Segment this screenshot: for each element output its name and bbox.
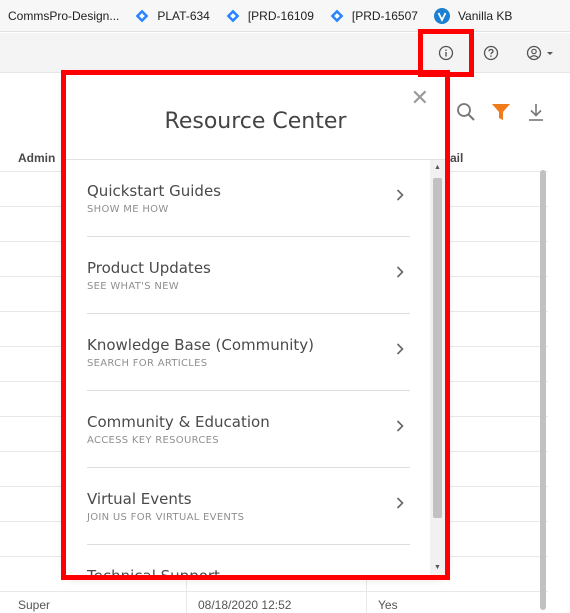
user-menu-icon[interactable] [526, 43, 560, 63]
column-header-email[interactable]: ail [450, 151, 463, 165]
bookmark-plat-634[interactable]: PLAT-634 [127, 0, 217, 32]
resource-center-panel: ✕ Resource Center Quickstart Guides SHOW… [66, 75, 445, 575]
resource-item-subtitle: SEE WHAT'S NEW [87, 281, 179, 292]
resource-item-subtitle: JOIN US FOR VIRTUAL EVENTS [87, 512, 245, 523]
close-icon[interactable]: ✕ [411, 87, 429, 109]
bookmark-label: Vanilla KB [457, 8, 513, 23]
resource-item-title: Quickstart Guides [87, 182, 221, 200]
scrollbar-thumb[interactable] [433, 178, 442, 518]
bookmark-label: [PRD-16507 [351, 8, 418, 23]
resource-center-scrollbar[interactable]: ▲ ▼ [430, 160, 445, 575]
resource-item-virtual-events[interactable]: Virtual Events JOIN US FOR VIRTUAL EVENT… [87, 468, 410, 545]
bookmark-prd-16109[interactable]: [PRD-16109 [218, 0, 322, 32]
table-scrollbar[interactable] [540, 170, 546, 610]
resource-center-list: Quickstart Guides SHOW ME HOW Product Up… [66, 160, 430, 575]
resource-center-title: Resource Center [164, 109, 347, 134]
bookmark-label: [PRD-16109 [247, 8, 314, 23]
jira-diamond-icon [226, 9, 240, 23]
resource-item-community-education[interactable]: Community & Education ACCESS KEY RESOURC… [87, 391, 410, 468]
column-divider [366, 574, 367, 613]
download-icon[interactable] [527, 102, 545, 127]
chevron-right-icon [396, 342, 404, 360]
resource-item-knowledge-base[interactable]: Knowledge Base (Community) SEARCH FOR AR… [87, 314, 410, 391]
resource-item-title: Community & Education [87, 413, 270, 431]
resource-item-subtitle: ACCESS KEY RESOURCES [87, 435, 219, 446]
info-icon[interactable] [436, 43, 456, 63]
resource-item-title: Knowledge Base (Community) [87, 336, 315, 354]
bookmark-commspro[interactable]: CommsPro-Design... [0, 0, 127, 32]
search-icon[interactable] [456, 102, 476, 127]
table-row-divider [0, 591, 548, 592]
scroll-down-arrow-icon[interactable]: ▼ [434, 564, 441, 571]
scroll-up-arrow-icon[interactable]: ▲ [434, 164, 441, 171]
resource-item-title: Technical Support [87, 567, 220, 575]
bookmark-label: CommsPro-Design... [8, 8, 120, 23]
chevron-right-icon [396, 496, 404, 514]
bookmark-label: PLAT-634 [157, 8, 210, 23]
resource-item-subtitle: SEARCH FOR ARTICLES [87, 358, 208, 369]
filter-icon[interactable] [491, 102, 511, 127]
bookmark-vanilla-kb[interactable]: Vanilla KB [426, 0, 520, 32]
table-cell-date: 08/18/2020 12:52 [198, 598, 292, 612]
jira-diamond-icon [330, 9, 344, 23]
resource-item-technical-support[interactable]: Technical Support [87, 545, 410, 575]
column-divider [186, 574, 187, 613]
resource-item-quickstart-guides[interactable]: Quickstart Guides SHOW ME HOW [87, 160, 410, 237]
bookmarks-bar: CommsPro-Design... PLAT-634 [PRD-16109 [… [0, 0, 570, 32]
table-cell-role: Super [18, 598, 51, 612]
resource-item-title: Virtual Events [87, 490, 192, 508]
table-cell-flag: Yes [378, 598, 398, 612]
chevron-right-icon [396, 419, 404, 437]
column-header-admin[interactable]: Admin [18, 151, 55, 165]
resource-item-title: Product Updates [87, 259, 211, 277]
resource-item-subtitle: SHOW ME HOW [87, 204, 169, 215]
help-icon[interactable] [481, 43, 501, 63]
app-top-bar [0, 33, 570, 73]
vanilla-icon [433, 7, 450, 24]
chevron-right-icon [396, 188, 404, 206]
jira-diamond-icon [135, 9, 149, 23]
chevron-right-icon [396, 265, 404, 283]
bookmark-prd-16507[interactable]: [PRD-16507 [322, 0, 426, 32]
resource-item-product-updates[interactable]: Product Updates SEE WHAT'S NEW [87, 237, 410, 314]
